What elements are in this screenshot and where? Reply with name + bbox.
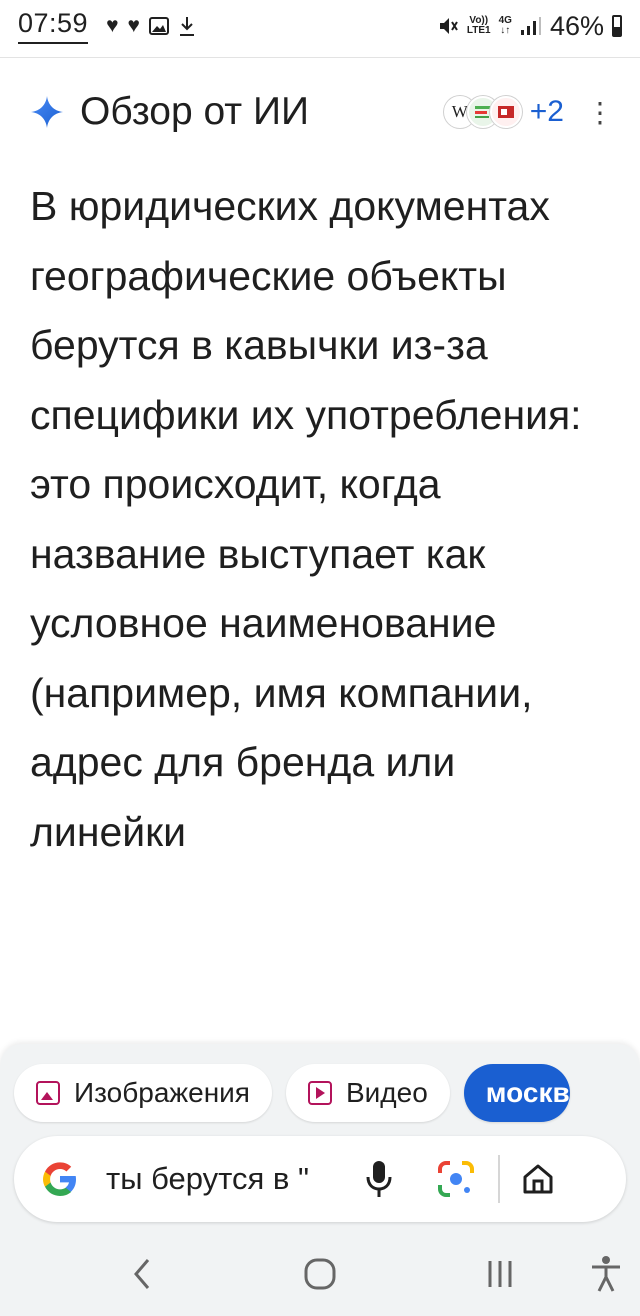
- network-indicator: 4G ↓↑: [498, 15, 512, 36]
- volte-indicator: Vo)) LTE1: [466, 15, 491, 36]
- image-icon: [149, 17, 170, 35]
- back-button[interactable]: [124, 1254, 160, 1294]
- home-icon[interactable]: [520, 1161, 556, 1197]
- search-bar[interactable]: ты берутся в ": [14, 1136, 626, 1222]
- microphone-icon[interactable]: [364, 1159, 394, 1199]
- search-bar-separator: [498, 1155, 500, 1203]
- more-vert-icon[interactable]: ⋮: [586, 96, 614, 129]
- ai-overview-title: Обзор от ИИ: [80, 90, 310, 133]
- google-logo-icon: [43, 1162, 76, 1196]
- sparkle-icon: [31, 96, 63, 128]
- chip-images[interactable]: Изображения: [14, 1064, 272, 1122]
- status-time: 07:59: [18, 8, 89, 44]
- source-icon: [489, 96, 522, 128]
- heart-icon: ♥: [106, 14, 119, 37]
- video-icon: [307, 1081, 332, 1105]
- image-icon: [36, 1081, 60, 1105]
- status-right: Vo)) LTE1 4G ↓↑ 46%: [437, 11, 622, 42]
- chip-label: Изображения: [74, 1077, 250, 1108]
- recents-button[interactable]: [480, 1254, 520, 1294]
- download-icon: [180, 17, 195, 36]
- ai-overview-header: Обзор от ИИ W +2 ⋮: [30, 84, 614, 140]
- signal-icon: [520, 17, 541, 35]
- data-arrows-icon: ↓↑: [500, 25, 511, 36]
- header-divider: [0, 57, 640, 58]
- battery-icon: [612, 15, 622, 37]
- sources-button[interactable]: W +2: [443, 95, 564, 129]
- chip-label: москв: [485, 1077, 570, 1108]
- back-icon: [134, 1259, 150, 1289]
- battery-percent: 46%: [549, 10, 604, 41]
- chip-label: Видео: [345, 1077, 428, 1108]
- search-input[interactable]: ты берутся в ": [106, 1161, 336, 1197]
- filter-chips: Изображения Видео москв: [14, 1064, 640, 1122]
- chip-video[interactable]: Видео: [285, 1064, 450, 1122]
- status-bar: 07:59 ♥ ♥ Vo)) LTE1 4G ↓↑ 46%: [0, 0, 640, 52]
- navigation-bar: [0, 1230, 640, 1316]
- accessibility-button[interactable]: [586, 1254, 626, 1294]
- home-circle-icon: [304, 1258, 336, 1290]
- chip-suggestion[interactable]: москв: [463, 1064, 570, 1122]
- ai-overview-text: В юридических документах географические …: [30, 183, 582, 855]
- sources-more-count: +2: [529, 95, 564, 128]
- mute-icon: [439, 18, 458, 34]
- home-button[interactable]: [300, 1254, 340, 1294]
- google-lens-icon[interactable]: [436, 1159, 476, 1199]
- heart-icon: ♥: [127, 14, 141, 37]
- accessibility-icon: [592, 1256, 620, 1292]
- notification-icons: ♥ ♥: [106, 14, 196, 38]
- recents-icon: [488, 1261, 512, 1287]
